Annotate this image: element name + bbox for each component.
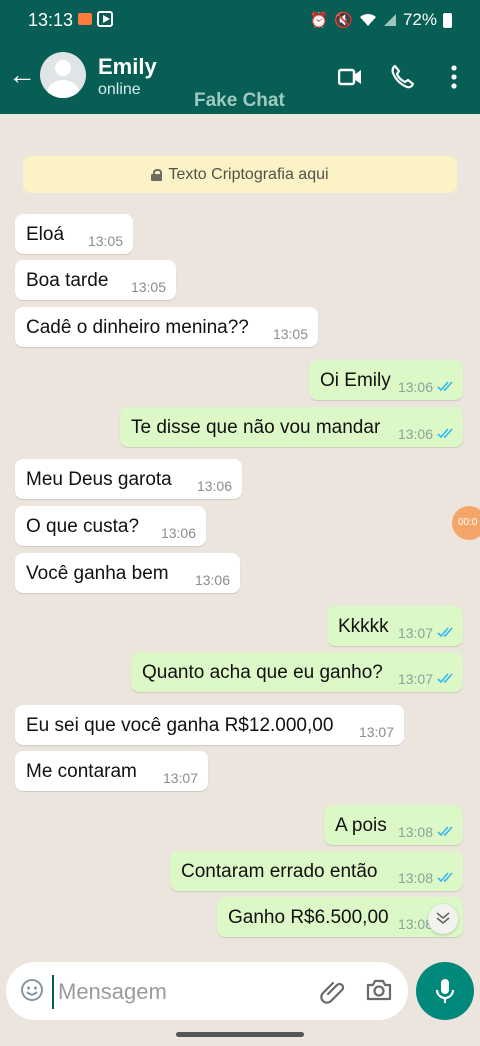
message-bubble-outgoing[interactable]: Oi Emily 13:06 <box>309 360 463 400</box>
message-list[interactable]: Texto Criptografia aqui Eloá 13:05 Boa t… <box>0 114 480 954</box>
battery-icon <box>443 12 452 28</box>
home-gesture-bar[interactable] <box>176 1032 304 1037</box>
message-time: 13:05 <box>272 326 308 342</box>
screen-record-icon <box>78 13 92 25</box>
wifi-icon <box>359 13 376 26</box>
double-check-icon <box>437 428 453 439</box>
message-bubble-incoming[interactable]: Me contaram 13:07 <box>15 751 208 791</box>
lock-icon <box>151 168 163 181</box>
message-time: 13:06 <box>397 379 433 395</box>
attach-icon[interactable] <box>320 978 346 1004</box>
message-text: Me contaram <box>26 761 137 782</box>
message-text: Quanto acha que eu ganho? <box>142 662 383 683</box>
message-bubble-outgoing[interactable]: Ganho R$6.500,00 13:08 <box>217 897 463 937</box>
double-check-icon <box>437 627 453 638</box>
message-text: Eu sei que você ganha R$12.000,00 <box>26 715 334 736</box>
message-composer <box>6 962 408 1020</box>
phone-call-icon[interactable] <box>390 64 414 90</box>
emoji-icon[interactable] <box>20 978 44 1002</box>
message-bubble-incoming[interactable]: Meu Deus garota 13:06 <box>15 459 242 499</box>
message-bubble-incoming[interactable]: Boa tarde 13:05 <box>15 260 176 300</box>
mic-button[interactable] <box>416 962 474 1020</box>
message-time: 13:06 <box>196 478 232 494</box>
battery-percent: 72% <box>402 10 437 29</box>
message-text: Ganho R$6.500,00 <box>228 907 389 928</box>
message-time: 13:07 <box>162 770 198 786</box>
avatar-head <box>55 60 71 76</box>
message-time: 13:05 <box>130 279 166 295</box>
back-arrow-icon[interactable]: ← <box>8 60 36 90</box>
message-text: Te disse que não vou mandar <box>131 417 381 438</box>
encryption-notice[interactable]: Texto Criptografia aqui <box>23 156 457 193</box>
status-notification-icons <box>78 11 113 27</box>
message-time: 13:07 <box>397 625 433 641</box>
message-time: 13:06 <box>397 426 433 442</box>
message-bubble-incoming[interactable]: Cadê o dinheiro menina?? 13:05 <box>15 307 318 347</box>
message-text: A pois <box>335 815 387 836</box>
message-time: 13:06 <box>194 572 230 588</box>
mute-icon: 🔇 <box>334 12 353 29</box>
message-text: Eloá <box>26 224 65 245</box>
chat-header: ← Emily online Fake Chat <box>0 40 480 114</box>
watermark: Fake Chat <box>194 90 285 111</box>
avatar[interactable] <box>40 52 86 98</box>
recording-indicator[interactable]: 00:0 <box>452 506 480 540</box>
message-text: Boa tarde <box>26 270 109 291</box>
message-bubble-outgoing[interactable]: A pois 13:08 <box>324 805 463 845</box>
message-input[interactable] <box>52 975 270 1009</box>
message-time: 13:06 <box>160 525 196 541</box>
message-text: Oi Emily <box>320 370 391 391</box>
message-bubble-incoming[interactable]: Você ganha bem 13:06 <box>15 553 240 593</box>
status-system-icons: ⏰ 🔇 72% <box>310 10 452 30</box>
message-text: Meu Deus garota <box>26 469 172 490</box>
play-store-icon <box>97 11 113 27</box>
message-text: Cadê o dinheiro menina?? <box>26 317 249 338</box>
message-bubble-incoming[interactable]: O que custa? 13:06 <box>15 506 206 546</box>
encryption-notice-text: Texto Criptografia aqui <box>168 165 329 183</box>
message-bubble-outgoing[interactable]: Contaram errado então 13:08 <box>170 851 463 891</box>
mic-icon <box>435 979 455 1003</box>
status-time: 13:13 <box>28 10 74 30</box>
message-bubble-incoming[interactable]: Eu sei que você ganha R$12.000,00 13:07 <box>15 705 404 745</box>
chat-screen: 13:13 ⏰ 🔇 72% ← Emily online Fake Chat T… <box>0 0 480 1046</box>
recording-indicator-text: 00:0 <box>458 517 478 528</box>
contact-status: online <box>98 81 141 98</box>
system-nav-bar <box>0 1024 480 1046</box>
avatar-body <box>47 80 79 98</box>
status-bar: 13:13 ⏰ 🔇 72% <box>0 0 480 40</box>
message-bubble-outgoing[interactable]: Te disse que não vou mandar 13:06 <box>120 407 463 447</box>
message-text: Contaram errado então <box>181 861 378 882</box>
message-time: 13:07 <box>397 671 433 687</box>
message-text: O que custa? <box>26 516 140 537</box>
double-check-icon <box>437 673 453 684</box>
message-time: 13:08 <box>397 824 433 840</box>
scroll-down-icon[interactable] <box>428 904 458 934</box>
message-bubble-incoming[interactable]: Eloá 13:05 <box>15 214 133 254</box>
message-bubble-outgoing[interactable]: Quanto acha que eu ganho? 13:07 <box>131 652 463 692</box>
video-call-icon[interactable] <box>338 66 362 88</box>
message-time: 13:07 <box>358 724 394 740</box>
alarm-icon: ⏰ <box>309 12 329 29</box>
signal-icon <box>383 14 396 26</box>
message-text: Kkkkk <box>338 616 389 637</box>
contact-name[interactable]: Emily <box>98 54 157 80</box>
double-check-icon <box>437 826 453 837</box>
message-time: 13:08 <box>397 870 433 886</box>
message-time: 13:05 <box>87 233 123 249</box>
double-check-icon <box>437 872 453 883</box>
camera-icon[interactable] <box>366 978 392 1002</box>
message-bubble-outgoing[interactable]: Kkkkk 13:07 <box>327 606 463 646</box>
more-options-icon[interactable] <box>444 62 464 92</box>
message-text: Você ganha bem <box>26 563 169 584</box>
double-check-icon <box>437 381 453 392</box>
